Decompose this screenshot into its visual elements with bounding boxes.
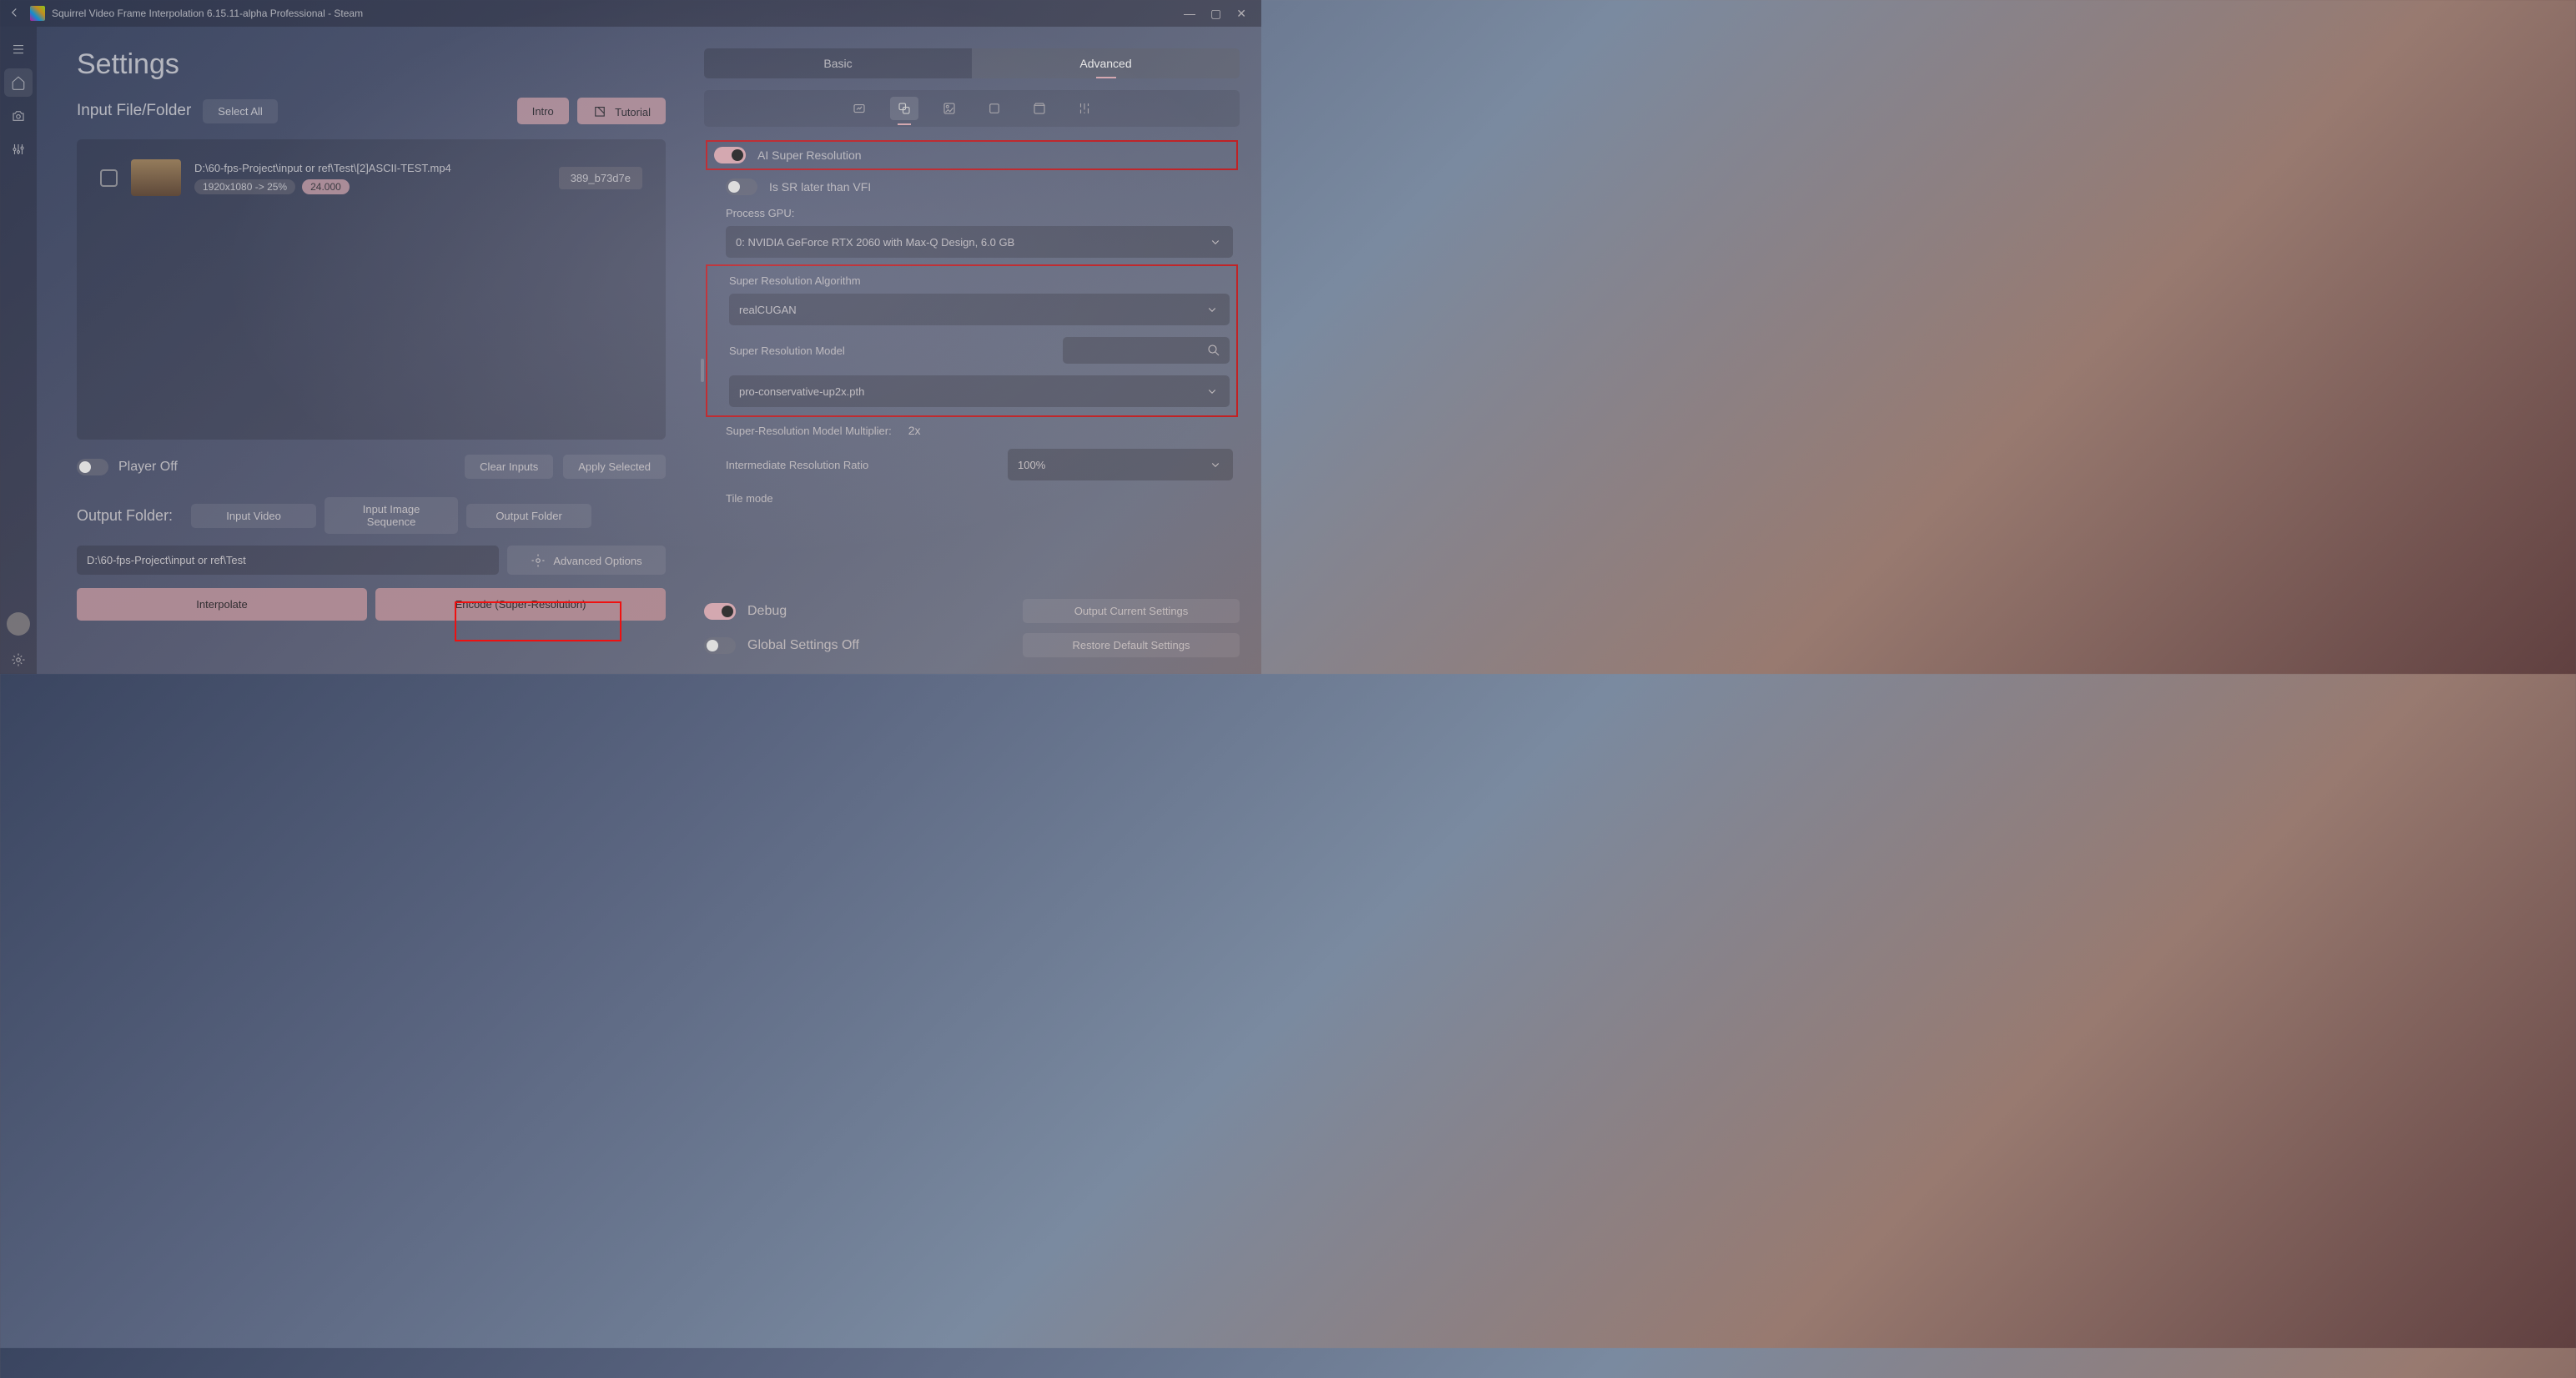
sr-later-toggle[interactable] xyxy=(726,179,757,195)
debug-toggle[interactable] xyxy=(704,603,736,620)
global-toggle[interactable] xyxy=(704,637,736,654)
tab-advanced[interactable]: Advanced xyxy=(972,48,1240,78)
ai-sr-toggle[interactable] xyxy=(714,147,746,163)
divider-handle[interactable] xyxy=(701,359,704,382)
player-toggle[interactable] xyxy=(77,459,108,475)
subtab-2[interactable] xyxy=(890,97,918,120)
